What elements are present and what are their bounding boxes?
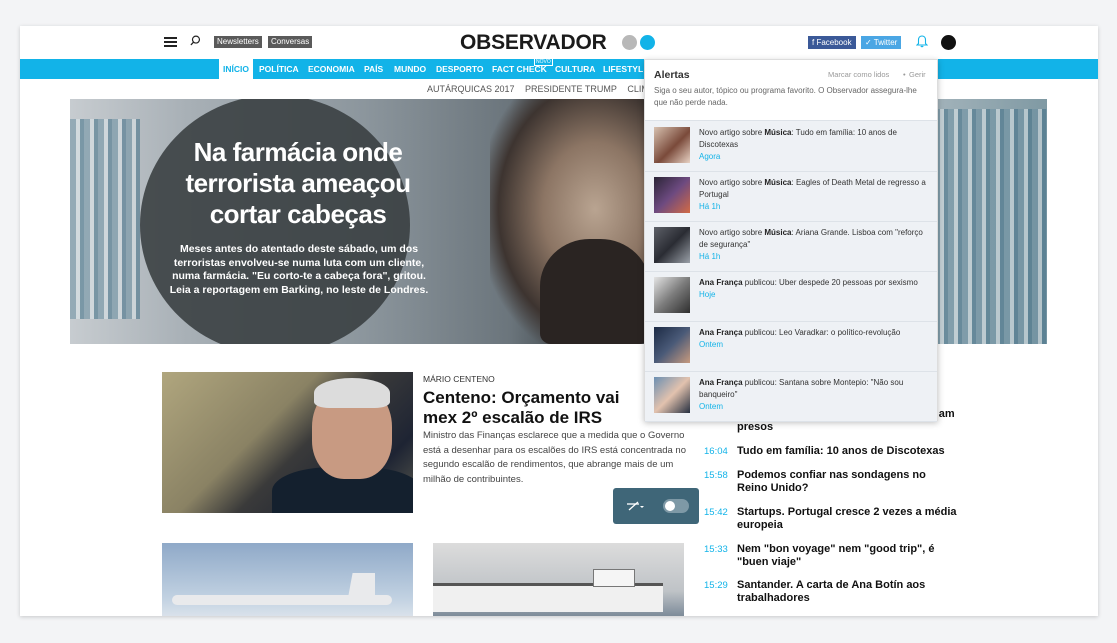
toggle-switch[interactable]	[663, 499, 689, 513]
alert-text: Ana França publicou: Santana sobre Monte…	[699, 377, 929, 413]
article-image-ship[interactable]	[433, 543, 684, 616]
article-image-hair	[314, 378, 390, 408]
nav-item-politica[interactable]: POLÍTICA	[259, 59, 299, 79]
alert-time: Ontem	[699, 402, 724, 411]
alerts-list: Novo artigo sobre Música: Tudo em famíli…	[645, 120, 937, 422]
search-icon[interactable]	[190, 35, 201, 46]
hero-shelf-left	[70, 119, 140, 319]
user-avatar[interactable]	[941, 35, 956, 50]
site-logo[interactable]: OBSERVADOR	[460, 31, 607, 55]
bell-icon[interactable]	[916, 35, 928, 48]
alert-item[interactable]: Novo artigo sobre Música: Ariana Grande.…	[645, 221, 937, 272]
sub-nav: AUTÁRQUICAS 2017 PRESIDENTE TRUMP CLIMA …	[427, 84, 679, 94]
conversas-button[interactable]: Conversas	[268, 36, 313, 48]
logo-dot-gray	[622, 35, 637, 50]
ship-hull	[433, 583, 663, 612]
nav-item-lifestyle[interactable]: LIFESTYL	[603, 59, 643, 79]
ship-bridge	[593, 569, 635, 587]
alert-text: Ana França publicou: Uber despede 20 pes…	[699, 277, 929, 301]
twitter-bird-icon: ✓	[865, 38, 872, 47]
hero-shelf-right	[920, 109, 1047, 344]
edit-toggle-widget[interactable]	[613, 488, 699, 524]
nav-item-cultura[interactable]: CULTURA	[555, 59, 595, 79]
nav-item-inicio[interactable]: INÍCIO	[219, 59, 253, 79]
alert-text: Novo artigo sobre Música: Ariana Grande.…	[699, 227, 929, 263]
article-title[interactable]: Centeno: Orçamento vai mex 2º escalão de…	[423, 388, 653, 428]
alert-time: Há 1h	[699, 202, 721, 211]
alerts-dropdown: Alertas Marcar como lidos • Gerir Siga o…	[644, 59, 938, 422]
alerts-separator: •	[903, 70, 906, 79]
nav-item-mundo[interactable]: MUNDO	[394, 59, 426, 79]
article-image[interactable]	[162, 372, 413, 513]
alert-time: Há 1h	[699, 252, 721, 261]
newsletters-button[interactable]: Newsletters	[214, 36, 262, 48]
top-header: Newsletters Conversas OBSERVADOR f Faceb…	[20, 26, 1098, 59]
alert-thumbnail	[654, 127, 690, 163]
toggle-knob	[665, 501, 675, 511]
twitter-button[interactable]: ✓ Twitter	[861, 36, 902, 49]
alert-text: Novo artigo sobre Música: Tudo em famíli…	[699, 127, 929, 163]
alert-thumbnail	[654, 227, 690, 263]
hero-portrait-beard	[540, 239, 650, 344]
subnav-autarquicas[interactable]: AUTÁRQUICAS 2017	[427, 84, 515, 94]
plane-tail	[347, 573, 375, 603]
alert-thumbnail	[654, 177, 690, 213]
alert-item[interactable]: Novo artigo sobre Música: Eagles of Deat…	[645, 171, 937, 222]
alert-time: Ontem	[699, 340, 724, 349]
nav-item-desporto[interactable]: DESPORTO	[436, 59, 484, 79]
mark-as-read-link[interactable]: Marcar como lidos	[828, 70, 889, 79]
article-description: Ministro das Finanças esclarece que a me…	[423, 430, 687, 485]
alert-text: Novo artigo sobre Música: Eagles of Deat…	[699, 177, 929, 213]
alerts-title: Alertas	[654, 69, 690, 81]
hero-title[interactable]: Na farmácia onde terrorista ameaçou cort…	[178, 137, 418, 230]
nav-item-pais[interactable]: PAÍS	[364, 59, 383, 79]
alert-thumbnail	[654, 327, 690, 363]
hero-subtitle: Meses antes do atentado deste sábado, um…	[169, 243, 429, 296]
facebook-button[interactable]: f Facebook	[808, 36, 856, 49]
alert-thumbnail	[654, 377, 690, 413]
alert-item[interactable]: Ana França publicou: Santana sobre Monte…	[645, 371, 937, 422]
article-kicker[interactable]: MÁRIO CENTENO	[423, 374, 495, 384]
new-badge: NOVO	[534, 58, 553, 66]
pen-icon[interactable]	[626, 500, 644, 512]
twitter-label: Twitter	[873, 38, 898, 47]
alert-item[interactable]: Ana França publicou: Uber despede 20 pes…	[645, 271, 937, 322]
subnav-trump[interactable]: PRESIDENTE TRUMP	[525, 84, 617, 94]
manage-alerts-link[interactable]: Gerir	[909, 70, 926, 79]
browser-page: Newsletters Conversas OBSERVADOR f Faceb…	[20, 26, 1098, 616]
alert-time: Agora	[699, 152, 721, 161]
nav-item-economia[interactable]: ECONOMIA	[308, 59, 355, 79]
logo-dot-blue	[640, 35, 655, 50]
article-image-plane[interactable]	[162, 543, 413, 616]
alerts-intro: Siga o seu autor, tópico ou programa fav…	[654, 86, 917, 107]
alert-time: Hoje	[699, 290, 716, 299]
menu-icon[interactable]	[164, 37, 177, 47]
alert-item[interactable]: Novo artigo sobre Música: Tudo em famíli…	[645, 121, 937, 172]
alert-thumbnail	[654, 277, 690, 313]
alert-item[interactable]: Ana França publicou: Leo Varadkar: o pol…	[645, 321, 937, 372]
alert-text: Ana França publicou: Leo Varadkar: o pol…	[699, 327, 929, 351]
